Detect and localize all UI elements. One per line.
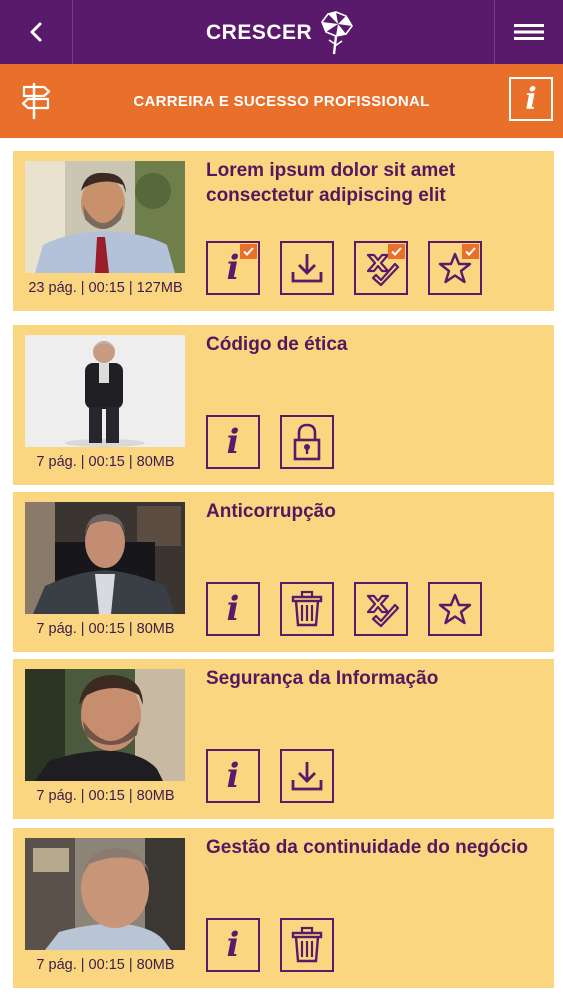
- download-button[interactable]: [280, 241, 334, 295]
- video-thumbnail[interactable]: [25, 161, 185, 273]
- item-title[interactable]: Código de ética: [206, 332, 536, 357]
- content-card[interactable]: 7 pág. | 00:15 | 80MB Anticorrupção i: [13, 492, 554, 652]
- brand-logo: CRESCER: [206, 8, 358, 58]
- content-card[interactable]: 23 pág. | 00:15 | 127MB Lorem ipsum dolo…: [13, 151, 554, 311]
- checkmark-badge-icon: [462, 244, 479, 259]
- download-icon: [291, 254, 323, 283]
- item-actions: i: [206, 241, 502, 299]
- item-title[interactable]: Anticorrupção: [206, 499, 536, 524]
- trash-icon: [291, 926, 323, 963]
- star-icon: [438, 593, 472, 625]
- item-actions: i: [206, 918, 354, 976]
- video-thumbnail[interactable]: [25, 669, 185, 781]
- download-icon: [291, 762, 323, 791]
- hamburger-menu-icon: [514, 24, 544, 40]
- presenter-image: [25, 161, 185, 273]
- brand-name: CRESCER: [206, 21, 313, 44]
- info-button[interactable]: i: [206, 918, 260, 972]
- item-meta: 23 pág. | 00:15 | 127MB: [28, 280, 183, 296]
- content-card[interactable]: 7 pág. | 00:15 | 80MB Código de ética i: [13, 325, 554, 485]
- video-thumbnail[interactable]: [25, 502, 185, 614]
- presenter-image: [25, 838, 185, 950]
- item-actions: i: [206, 415, 354, 473]
- info-icon: i: [226, 422, 240, 462]
- checkmark-badge-icon: [388, 244, 405, 259]
- category-bar: CARREIRA E SUCESSO PROFISSIONAL i: [0, 64, 563, 138]
- info-icon: i: [226, 756, 240, 796]
- favorite-button[interactable]: [428, 241, 482, 295]
- info-icon: i: [226, 589, 240, 629]
- item-meta: 7 pág. | 00:15 | 80MB: [36, 788, 175, 804]
- quiz-icon: [366, 594, 400, 628]
- download-button[interactable]: [280, 749, 334, 803]
- presenter-image: [25, 335, 185, 447]
- video-thumbnail[interactable]: [25, 335, 185, 447]
- signpost-icon: [21, 82, 51, 120]
- info-button[interactable]: i: [206, 241, 260, 295]
- quiz-button[interactable]: [354, 582, 408, 636]
- info-button[interactable]: i: [206, 749, 260, 803]
- content-card[interactable]: 7 pág. | 00:15 | 80MB Gestão da continui…: [13, 828, 554, 988]
- video-thumbnail[interactable]: [25, 838, 185, 950]
- quiz-button[interactable]: [354, 241, 408, 295]
- info-button[interactable]: i: [206, 415, 260, 469]
- category-info-button[interactable]: i: [509, 77, 553, 121]
- item-title[interactable]: Lorem ipsum dolor sit amet consectetur a…: [206, 158, 536, 208]
- item-actions: i: [206, 749, 354, 807]
- presenter-image: [25, 502, 185, 614]
- item-actions: i: [206, 582, 502, 640]
- category-title: CARREIRA E SUCESSO PROFISSIONAL: [133, 92, 430, 110]
- trash-icon: [291, 590, 323, 627]
- top-bar: CRESCER: [0, 0, 563, 64]
- favorite-button[interactable]: [428, 582, 482, 636]
- item-title[interactable]: Gestão da continuidade do negócio: [206, 835, 536, 860]
- back-button[interactable]: [0, 0, 73, 64]
- item-meta: 7 pág. | 00:15 | 80MB: [36, 454, 175, 470]
- info-button[interactable]: i: [206, 582, 260, 636]
- chevron-left-icon: [30, 22, 42, 42]
- item-meta: 7 pág. | 00:15 | 80MB: [36, 957, 175, 973]
- delete-button[interactable]: [280, 582, 334, 636]
- tree-logo-icon: [321, 11, 354, 55]
- delete-button[interactable]: [280, 918, 334, 972]
- item-title[interactable]: Segurança da Informação: [206, 666, 536, 691]
- item-meta: 7 pág. | 00:15 | 80MB: [36, 621, 175, 637]
- info-icon: i: [226, 248, 240, 288]
- menu-button[interactable]: [494, 0, 563, 64]
- presenter-image: [25, 669, 185, 781]
- checkmark-badge-icon: [240, 244, 257, 259]
- lock-icon: [293, 423, 321, 461]
- locked-button[interactable]: [280, 415, 334, 469]
- info-icon: i: [226, 925, 240, 965]
- content-card[interactable]: 7 pág. | 00:15 | 80MB Segurança da Infor…: [13, 659, 554, 819]
